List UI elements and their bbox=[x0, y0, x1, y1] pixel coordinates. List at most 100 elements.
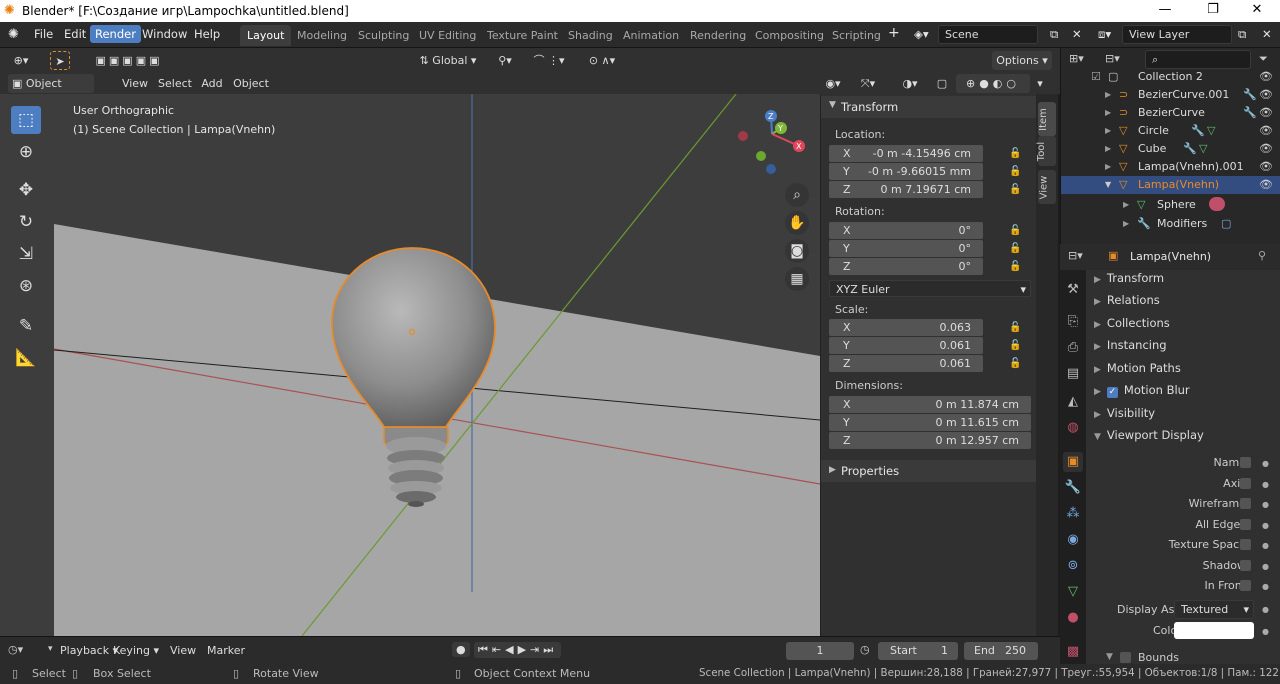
lock-icon[interactable]: 🔓 bbox=[1009, 148, 1021, 159]
eye-icon[interactable]: 👁 bbox=[1259, 160, 1273, 173]
pin-icon[interactable]: ⚲ bbox=[1258, 249, 1266, 262]
mesh-data-icon[interactable]: ▽ bbox=[1063, 582, 1083, 602]
section-visibility[interactable]: ▶ Visibility bbox=[1094, 406, 1155, 420]
menu-object[interactable]: Object bbox=[230, 74, 272, 93]
visibility-icon[interactable]: ◉▾ bbox=[818, 74, 848, 93]
texture-space-checkbox[interactable] bbox=[1240, 539, 1251, 550]
scale-y-field[interactable]: Y 0.061 bbox=[829, 337, 983, 354]
collapse-icon[interactable]: ▼ bbox=[1106, 652, 1113, 662]
color-swatch[interactable] bbox=[1174, 622, 1254, 639]
list-item[interactable]: ▶ 🔧 Modifiers ▢ bbox=[1061, 215, 1280, 233]
modifier-properties-icon[interactable]: 🔧 bbox=[1063, 478, 1083, 498]
lock-icon[interactable]: 🔓 bbox=[1009, 166, 1021, 177]
keyframe-dot-icon[interactable]: ● bbox=[1262, 480, 1269, 489]
list-item[interactable]: ▶ ▽ Sphere bbox=[1061, 196, 1280, 214]
camera-icon[interactable]: ◙ bbox=[785, 239, 809, 263]
eye-icon[interactable]: 👁 bbox=[1259, 88, 1273, 101]
expand-icon[interactable]: ▶ bbox=[1105, 144, 1111, 153]
list-item[interactable]: ▶ ⊃ BezierCurve 🔧 👁 bbox=[1061, 104, 1280, 122]
lock-icon[interactable]: 🔓 bbox=[1009, 340, 1021, 351]
expand-icon[interactable]: ▶ bbox=[1105, 108, 1111, 117]
proportional-edit-icon[interactable]: ⊙ ∧▾ bbox=[578, 51, 626, 70]
tab-compositing[interactable]: Compositing bbox=[748, 25, 831, 46]
gizmo-toggle-icon[interactable]: ⤧▾ bbox=[850, 74, 886, 93]
menu-help[interactable]: Help bbox=[194, 27, 220, 41]
pivot-icon[interactable]: ⚲▾ bbox=[490, 51, 520, 70]
scene-field[interactable]: Scene bbox=[938, 25, 1038, 44]
in-front-checkbox[interactable] bbox=[1240, 580, 1251, 591]
scale-z-field[interactable]: Z 0.061 bbox=[829, 355, 983, 372]
cursor-tool[interactable]: ⊕ bbox=[11, 138, 41, 166]
location-x-field[interactable]: X -0 m -4.15496 cm bbox=[829, 145, 983, 162]
keyframe-dot-icon[interactable]: ● bbox=[1262, 500, 1269, 509]
keyframe-dot-icon[interactable]: ● bbox=[1262, 541, 1269, 550]
properties-panel-header[interactable]: ▶ Properties bbox=[821, 460, 1037, 482]
eye-icon[interactable]: 👁 bbox=[1259, 142, 1273, 155]
pan-hand-icon[interactable]: ✋ bbox=[785, 211, 809, 235]
3d-viewport[interactable]: User Orthographic (1) Scene Collection |… bbox=[54, 94, 820, 636]
rotation-y-field[interactable]: Y 0° bbox=[829, 240, 983, 257]
new-scene-icon[interactable]: ⧉ bbox=[1050, 27, 1058, 42]
expand-icon[interactable]: ▶ bbox=[1105, 90, 1111, 99]
list-item-selected[interactable]: ▼ ▽ Lampa(Vnehn) 👁 bbox=[1061, 176, 1280, 194]
tab-scripting[interactable]: Scripting bbox=[825, 25, 888, 46]
view-layer-icon[interactable]: ⧈▾ bbox=[1098, 27, 1111, 42]
all-edges-checkbox[interactable] bbox=[1240, 519, 1251, 530]
expand-icon[interactable]: ▶ bbox=[1105, 126, 1111, 135]
scene-settings-icon[interactable]: ◭ bbox=[1063, 392, 1083, 412]
tab-sculpting[interactable]: Sculpting bbox=[351, 25, 416, 46]
texture-icon[interactable]: ▩ bbox=[1063, 642, 1083, 662]
tab-tool[interactable]: Tool bbox=[1036, 136, 1056, 166]
tab-layout[interactable]: Layout bbox=[240, 25, 292, 46]
object-properties-icon[interactable]: ▣ bbox=[1063, 452, 1083, 472]
expand-icon[interactable]: ▶ bbox=[1123, 200, 1129, 209]
tab-animation[interactable]: Animation bbox=[616, 25, 686, 46]
minimize-button[interactable]: — bbox=[1142, 2, 1188, 17]
rotation-mode-dropdown[interactable]: XYZ Euler ▾ bbox=[829, 280, 1031, 297]
move-tool[interactable]: ✥ bbox=[11, 176, 41, 204]
transform-tool[interactable]: ⊛ bbox=[11, 272, 41, 300]
eye-icon[interactable]: 👁 bbox=[1259, 178, 1273, 191]
selection-mode-icons[interactable]: ▣▣▣▣▣ bbox=[84, 51, 174, 70]
menu-file[interactable]: File bbox=[34, 27, 53, 41]
output-settings-icon[interactable]: ⎙ bbox=[1063, 338, 1083, 358]
delete-view-layer-icon[interactable]: ✕ bbox=[1262, 27, 1272, 41]
menu-render[interactable]: Render bbox=[90, 25, 141, 43]
section-relations[interactable]: ▶ Relations bbox=[1094, 293, 1160, 307]
collapse-icon[interactable]: ▼ bbox=[1105, 180, 1111, 189]
tab-texture-paint[interactable]: Texture Paint bbox=[480, 25, 565, 46]
perspective-grid-icon[interactable]: ▦ bbox=[785, 267, 809, 291]
keyframe-dot-icon[interactable]: ● bbox=[1262, 627, 1269, 636]
menu-marker[interactable]: Marker bbox=[207, 644, 245, 657]
menu-edit[interactable]: Edit bbox=[64, 27, 86, 41]
transform-orientation-dropdown[interactable]: ⇅ Global ▾ bbox=[412, 51, 484, 70]
rotation-x-field[interactable]: X 0° bbox=[829, 222, 983, 239]
list-item[interactable]: ▶ ▽ Circle 🔧 ▽ 👁 bbox=[1061, 122, 1280, 140]
zoom-icon[interactable]: ⌕ bbox=[785, 183, 809, 207]
rotation-z-field[interactable]: Z 0° bbox=[829, 258, 983, 275]
wireframe-checkbox[interactable] bbox=[1240, 498, 1251, 509]
list-item[interactable]: ☑ ▢ Collection 2 👁 bbox=[1061, 68, 1280, 86]
constraints-icon[interactable]: ⊚ bbox=[1063, 556, 1083, 576]
mode-dropdown[interactable]: ▣ Object Mode ▾ bbox=[8, 74, 94, 109]
filter-icon[interactable]: ⏷ bbox=[1259, 52, 1268, 66]
keyframe-dot-icon[interactable]: ● bbox=[1262, 605, 1269, 614]
eye-icon[interactable]: 👁 bbox=[1259, 124, 1273, 137]
editor-type-icon[interactable]: ⊕▾ bbox=[6, 51, 36, 70]
list-item[interactable]: ▶ ⊃ BezierCurve.001 🔧 👁 bbox=[1061, 86, 1280, 104]
maximize-button[interactable]: ❐ bbox=[1190, 2, 1236, 17]
list-item[interactable]: ▶ ▽ Cube 🔧 ▽ 👁 bbox=[1061, 140, 1280, 158]
close-button[interactable]: ✕ bbox=[1234, 2, 1280, 17]
eye-icon[interactable]: 👁 bbox=[1259, 70, 1273, 83]
measure-tool[interactable]: 📐 bbox=[11, 344, 41, 372]
select-mode-icon[interactable]: ➤ bbox=[50, 51, 70, 70]
location-z-field[interactable]: Z 0 m 7.19671 cm bbox=[829, 181, 983, 198]
xray-icon[interactable]: ▢ bbox=[934, 74, 950, 93]
display-as-dropdown[interactable]: Textured ▾ bbox=[1174, 600, 1254, 619]
section-viewport-display[interactable]: ▼ Viewport Display bbox=[1094, 428, 1204, 442]
shading-mode-icons[interactable]: ⊕●◐○ bbox=[956, 74, 1030, 93]
lock-icon[interactable]: 🔓 bbox=[1009, 358, 1021, 369]
collection-checkbox-icon[interactable]: ☑ bbox=[1091, 70, 1101, 83]
shading-options-icon[interactable]: ▾ bbox=[1032, 74, 1048, 93]
options-dropdown[interactable]: Options ▾ bbox=[992, 51, 1052, 70]
